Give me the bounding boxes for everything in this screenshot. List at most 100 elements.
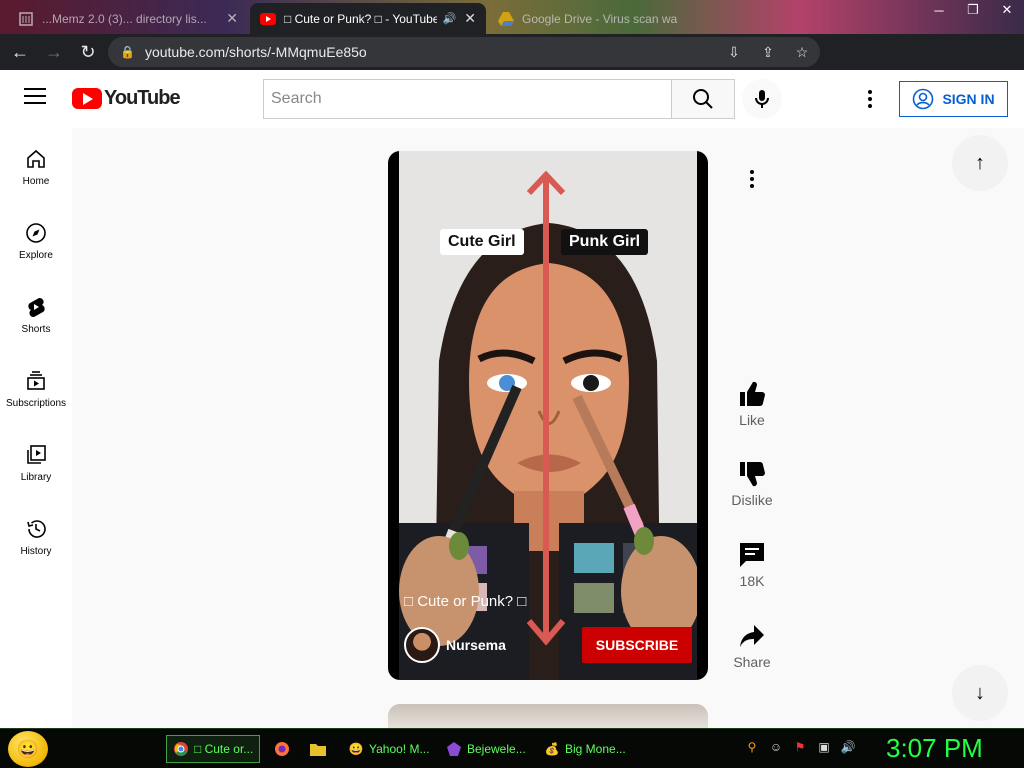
channel-avatar[interactable] <box>404 627 440 663</box>
minimize-icon[interactable]: ─ <box>922 0 956 20</box>
forward-icon[interactable]: → <box>40 38 68 66</box>
search-tray-icon[interactable]: ⚲ <box>744 739 760 755</box>
taskbar-item[interactable]: □ Cute or... <box>166 735 260 763</box>
microphone-icon <box>755 90 769 108</box>
install-app-icon[interactable]: ⇩ <box>724 42 744 62</box>
guide-item-label: Shorts <box>21 324 51 335</box>
share-label: Share <box>733 654 771 670</box>
history-icon <box>27 520 46 538</box>
page-icon <box>18 11 34 27</box>
share-button[interactable]: Share <box>722 622 782 670</box>
next-short-preview[interactable] <box>388 704 708 728</box>
chrome-icon <box>173 741 189 757</box>
close-tab-icon[interactable]: ✕ <box>464 10 476 27</box>
channel-info[interactable]: Nursema <box>404 627 506 663</box>
browser-toolbar: ← → ↻ 🔒 youtube.com/shorts/-MMqmuEe85o ⇩… <box>0 34 1024 96</box>
google-drive-favicon-icon <box>498 11 514 27</box>
money-bag-icon: 💰 <box>544 742 560 756</box>
taskbar-clock[interactable]: 3:07 PM <box>886 733 983 764</box>
guide-item-label: Library <box>20 472 52 483</box>
guide-item-library[interactable]: Library <box>0 424 72 498</box>
guide-item-history[interactable]: History <box>0 498 72 572</box>
folder-icon <box>310 741 326 757</box>
arrow-up-icon: ↑ <box>975 151 985 174</box>
more-actions-icon[interactable] <box>742 167 762 191</box>
share-page-icon[interactable]: ⇪ <box>758 42 778 62</box>
back-icon[interactable]: ← <box>6 38 34 66</box>
gem-icon <box>446 741 462 757</box>
guide-item-label: Home <box>22 176 50 187</box>
firefox-icon <box>274 741 290 757</box>
settings-more-icon[interactable] <box>860 88 880 110</box>
search-input[interactable]: Search <box>263 79 672 119</box>
network-tray-icon[interactable]: ▣ <box>816 739 832 755</box>
shorts-video-player[interactable]: Cute Girl Punk Girl □ Cute or Punk? □ Nu… <box>388 151 708 680</box>
youtube-favicon-icon <box>260 11 276 27</box>
tab-title: Google Drive - Virus scan warni... <box>522 11 678 26</box>
restore-icon[interactable]: ❐ <box>956 0 990 20</box>
share-arrow-icon <box>740 625 764 647</box>
guide-menu-icon[interactable] <box>24 88 46 110</box>
guide-item-subscriptions[interactable]: Subscriptions <box>0 350 72 424</box>
start-button[interactable]: 😀 <box>8 731 48 767</box>
taskbar-item[interactable]: 💰 Big Mone... <box>538 735 630 763</box>
dislike-button[interactable]: Dislike <box>722 460 782 508</box>
youtube-logo[interactable]: YouTube <box>72 87 181 110</box>
overlay-label-punk: Punk Girl <box>561 229 649 255</box>
guide-item-explore[interactable]: Explore <box>0 202 72 276</box>
taskbar-label: Bejewele... <box>467 742 526 756</box>
address-bar[interactable]: 🔒 youtube.com/shorts/-MMqmuEe85o ⇩ ⇪ ☆ <box>108 37 820 67</box>
tab-title: □ Cute or Punk? □ - YouTube <box>284 11 437 26</box>
sign-in-button[interactable]: SIGN IN <box>899 81 1008 117</box>
comment-count: 18K <box>739 573 765 589</box>
guide-item-home[interactable]: Home <box>0 128 72 202</box>
close-window-icon[interactable]: ✕ <box>990 0 1024 20</box>
home-icon <box>27 149 45 168</box>
channel-name[interactable]: Nursema <box>446 637 506 653</box>
taskbar-item[interactable] <box>304 735 334 763</box>
system-tray: ⚲ ☺ ⚑ ▣ 🔊 <box>744 739 856 755</box>
yahoo-messenger-icon: 😀 <box>348 742 364 756</box>
lock-icon[interactable]: 🔒 <box>120 45 135 59</box>
youtube-play-logo-icon <box>72 88 102 109</box>
messenger-tray-icon[interactable]: ☺ <box>768 739 784 755</box>
comment-icon <box>740 543 764 567</box>
url-text: youtube.com/shorts/-MMqmuEe85o <box>144 44 367 60</box>
bookmark-star-icon[interactable]: ☆ <box>792 42 812 62</box>
compass-icon <box>26 223 46 243</box>
taskbar-item[interactable]: 😀 Yahoo! M... <box>342 735 434 763</box>
window-controls: ─ ❐ ✕ <box>922 0 1024 22</box>
guide-item-label: Subscriptions <box>5 398 67 409</box>
comments-button[interactable]: 18K <box>722 541 782 589</box>
os-taskbar: 😀 □ Cute or... 😀 Yahoo! M... Bejewele...… <box>0 728 1024 768</box>
short-caption[interactable]: □ Cute or Punk? □ <box>404 593 526 610</box>
previous-short-button[interactable]: ↑ <box>952 135 1008 191</box>
reload-icon[interactable]: ↻ <box>74 38 102 66</box>
subscribe-button[interactable]: SUBSCRIBE <box>582 627 692 663</box>
youtube-wordmark: YouTube <box>104 87 181 109</box>
arrow-down-icon: ↓ <box>975 681 985 704</box>
tab-title: ...Memz 2.0 (3)... directory lis... <box>42 11 207 26</box>
next-short-button[interactable]: ↓ <box>952 665 1008 721</box>
subscriptions-icon <box>27 371 45 390</box>
like-button[interactable]: Like <box>722 380 782 428</box>
voice-search-button[interactable] <box>742 79 782 119</box>
guide-item-shorts[interactable]: Shorts <box>0 276 72 350</box>
volume-tray-icon[interactable]: 🔊 <box>840 739 856 755</box>
browser-tab-active[interactable]: □ Cute or Punk? □ - YouTube 🔊 ✕ <box>250 3 486 34</box>
taskbar-item[interactable]: Bejewele... <box>440 735 532 763</box>
guide-item-label: Explore <box>19 250 53 261</box>
speaker-icon[interactable]: 🔊 <box>443 12 457 25</box>
flag-tray-icon[interactable]: ⚑ <box>792 739 808 755</box>
close-tab-icon[interactable]: ✕ <box>226 10 238 27</box>
taskbar-item[interactable] <box>268 735 296 763</box>
dislike-label: Dislike <box>731 492 773 508</box>
browser-tab-strip: ...Memz 2.0 (3)... directory lis... ✕ □ … <box>0 0 1024 34</box>
browser-tab[interactable]: Google Drive - Virus scan warni... <box>488 3 688 34</box>
shorts-icon <box>28 297 45 318</box>
taskbar-label: □ Cute or... <box>194 742 254 756</box>
taskbar-label: Big Mone... <box>565 742 626 756</box>
browser-tab[interactable]: ...Memz 2.0 (3)... directory lis... ✕ <box>8 3 248 34</box>
search-button[interactable] <box>671 79 735 119</box>
search-icon <box>693 89 713 109</box>
